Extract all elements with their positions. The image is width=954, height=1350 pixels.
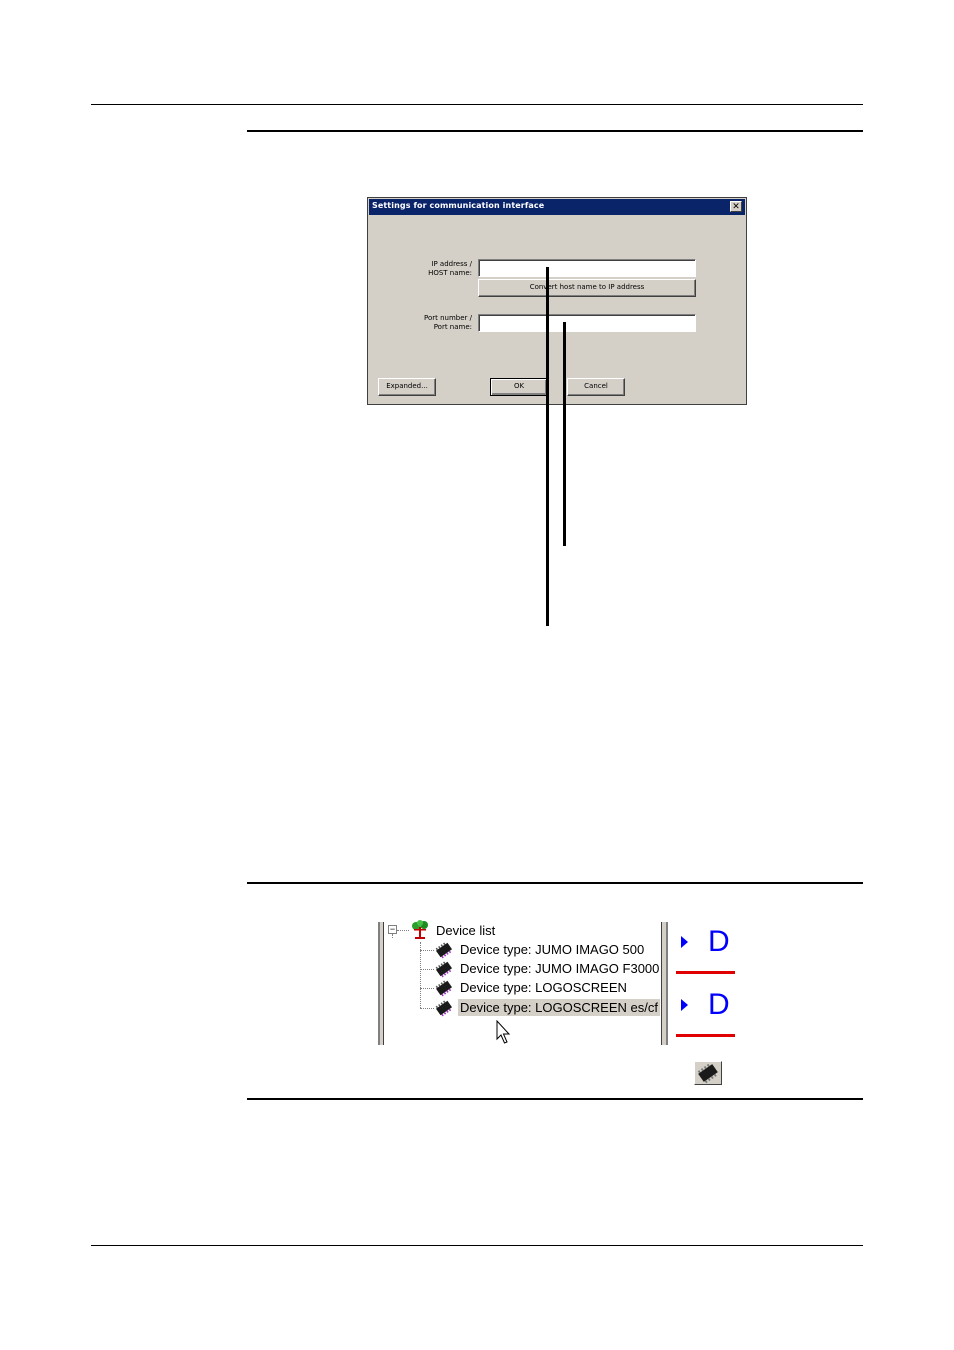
minus-icon: − — [389, 924, 396, 934]
play-arrow-icon — [681, 936, 688, 948]
close-icon: ✕ — [732, 202, 740, 212]
device-chip-icon — [435, 1000, 453, 1017]
tree-connector — [420, 942, 421, 1008]
device-item[interactable]: Device type: LOGOSCREEN — [460, 979, 627, 996]
port-number-input[interactable] — [478, 314, 696, 332]
device-chip-icon — [697, 1063, 718, 1084]
tree-connector — [397, 930, 409, 931]
port-number-label: Port number / Port name: — [423, 314, 472, 331]
device-item[interactable]: Device type: JUMO IMAGO F3000 — [460, 960, 659, 977]
section-rule-top — [247, 130, 863, 132]
marker-red-line — [676, 1034, 735, 1037]
expanded-button[interactable]: Expanded... — [378, 378, 436, 396]
mouse-cursor-icon — [496, 1020, 511, 1044]
marker-red-line — [676, 971, 735, 974]
footer-rule — [91, 1245, 863, 1246]
panel-left-edge — [378, 922, 384, 1045]
tree-connector — [420, 969, 434, 970]
cancel-button[interactable]: Cancel — [567, 378, 625, 396]
pointer-line-port — [563, 322, 566, 546]
device-list-root-label[interactable]: Device list — [436, 922, 495, 939]
dialog-titlebar: Settings for communication interface ✕ — [369, 199, 745, 215]
device-item[interactable]: Device type: JUMO IMAGO 500 — [460, 941, 644, 958]
convert-host-button[interactable]: Convert host name to IP address — [478, 279, 696, 297]
device-chip-icon — [435, 961, 453, 978]
tree-connector — [392, 934, 393, 938]
communication-settings-dialog: Settings for communication interface ✕ I… — [367, 197, 747, 405]
close-button[interactable]: ✕ — [730, 201, 742, 212]
device-toolbar-button[interactable] — [694, 1061, 722, 1085]
pointer-line-ip — [546, 267, 549, 626]
marker-d: D — [708, 925, 730, 958]
device-chip-icon — [435, 942, 453, 959]
device-item-selected[interactable]: Device type: LOGOSCREEN es/cf — [458, 999, 660, 1016]
dialog-title: Settings for communication interface — [372, 201, 545, 210]
ok-button[interactable]: OK — [490, 378, 548, 396]
device-list-tree-icon — [412, 920, 428, 939]
section-rule-middle — [247, 882, 863, 884]
tree-connector — [420, 988, 434, 989]
header-rule — [91, 104, 863, 105]
device-chip-icon — [435, 980, 453, 997]
ip-address-input[interactable] — [478, 259, 696, 277]
tree-connector — [420, 1008, 434, 1009]
panel-splitter[interactable] — [661, 922, 668, 1045]
tree-connector — [420, 950, 434, 951]
play-arrow-icon — [681, 999, 688, 1011]
section-rule-bottom — [247, 1098, 863, 1100]
collapse-toggle[interactable]: − — [388, 925, 397, 934]
marker-d: D — [708, 988, 730, 1021]
ip-address-label: IP address / HOST name: — [428, 260, 472, 277]
